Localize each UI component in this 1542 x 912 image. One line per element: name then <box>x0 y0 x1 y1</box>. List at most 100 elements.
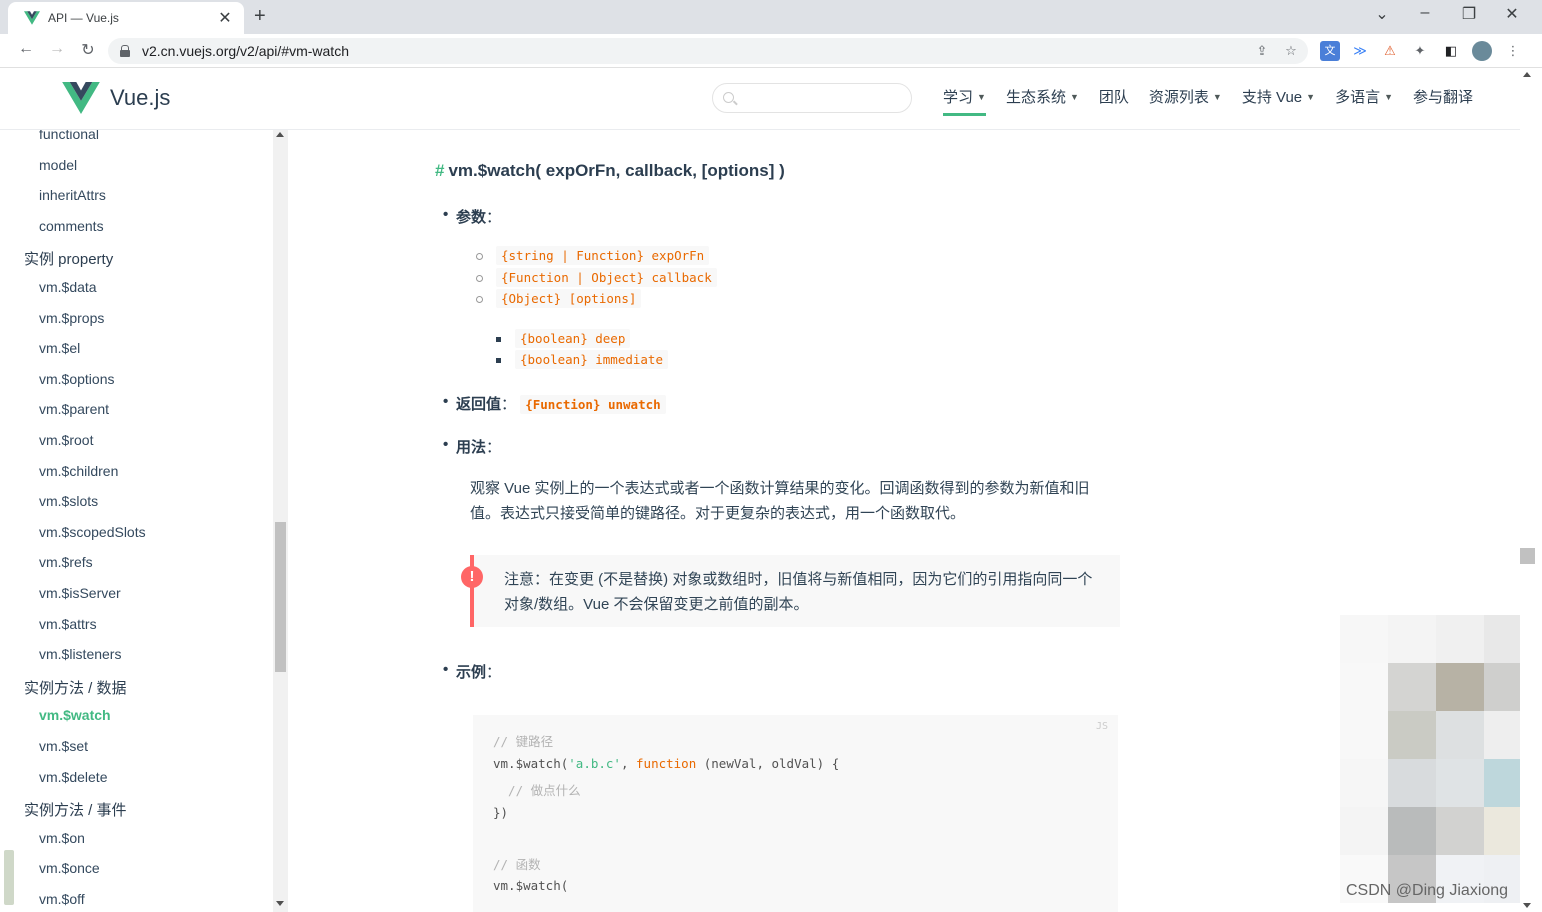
bookmark-star-icon[interactable]: ☆ <box>1281 41 1301 61</box>
restore-icon[interactable]: ❐ <box>1447 4 1491 24</box>
sidebar-link[interactable]: vm.$scopedSlots <box>39 524 146 540</box>
search-input[interactable] <box>712 83 912 113</box>
warning-text: 注意：在变更 (不是替换) 对象或数组时，旧值将与新值相同，因为它们的引用指向同… <box>504 571 1093 613</box>
heading-text: vm.$watch( expOrFn, callback, [options] … <box>448 161 785 180</box>
url-text: v2.cn.vuejs.org/v2/api/#vm-watch <box>142 43 349 59</box>
extension-icon[interactable]: ≫ <box>1350 41 1370 61</box>
nav-item[interactable]: 团队 <box>1099 86 1129 116</box>
returns-label: 返回值： {Function} unwatch <box>443 393 666 414</box>
sidebar-link[interactable]: vm.$data <box>39 279 97 295</box>
nav-item-label: 参与翻译 <box>1413 89 1474 106</box>
scroll-down-icon[interactable] <box>1523 903 1531 908</box>
sidebar-link[interactable]: model <box>39 157 77 173</box>
pixelated-image <box>1340 615 1520 912</box>
nav-item[interactable]: 多语言 ▼ <box>1335 86 1393 116</box>
page-scroll-thumb[interactable] <box>1520 548 1535 564</box>
option-code: {boolean} deep <box>515 329 631 348</box>
scroll-up-icon[interactable] <box>1523 72 1531 77</box>
sidebar-link[interactable]: vm.$options <box>39 371 114 387</box>
nav-item-label: 支持 Vue <box>1241 89 1303 106</box>
page-scrollbar[interactable] <box>1520 68 1535 912</box>
main-content: # vm.$watch( expOrFn, callback, [options]… <box>288 130 1520 912</box>
puzzle-extensions-icon[interactable]: ✦ <box>1410 41 1430 61</box>
sidebar-link[interactable]: vm.$root <box>39 432 93 448</box>
nav-item-label: 团队 <box>1098 89 1129 106</box>
sidebar-section-heading: 实例方法 / 数据 <box>24 679 127 697</box>
caret-down-icon: ▼ <box>1306 92 1316 102</box>
watermark: CSDN @Ding Jiaxiong <box>1346 882 1509 899</box>
nav-item[interactable]: 生态系统 ▼ <box>1006 86 1079 116</box>
lock-icon <box>120 45 130 57</box>
share-icon[interactable]: ⇪ <box>1252 41 1272 61</box>
address-bar[interactable]: v2.cn.vuejs.org/v2/api/#vm-watch <box>108 38 1308 64</box>
code-line: }) <box>493 804 509 820</box>
anchor-link[interactable]: # <box>435 161 444 180</box>
param-code: {string | Function} expOrFn <box>496 246 710 265</box>
browser-toolbar: ← → ↻ v2.cn.vuejs.org/v2/api/#vm-watch ⇪… <box>0 34 1542 68</box>
nav-item-label: 资源列表 <box>1148 89 1209 106</box>
side-handle <box>4 850 14 905</box>
side-panel-icon[interactable]: ◧ <box>1441 41 1461 61</box>
site-logo[interactable]: Vue.js <box>62 82 170 114</box>
translate-extension-icon[interactable]: 文 <box>1320 41 1340 61</box>
sidebar-link[interactable]: comments <box>39 218 104 234</box>
extension-icon[interactable]: ⚠ <box>1380 41 1400 61</box>
profile-avatar[interactable] <box>1472 41 1492 61</box>
sidebar-link[interactable]: vm.$refs <box>39 554 93 570</box>
sidebar-link[interactable]: vm.$delete <box>39 769 107 785</box>
usage-label: 用法： <box>443 436 501 457</box>
nav-item[interactable]: 资源列表 ▼ <box>1149 86 1222 116</box>
tab-search-icon[interactable]: ⌄ <box>1360 4 1404 24</box>
nav-item[interactable]: 参与翻译 <box>1413 86 1473 116</box>
vue-favicon-icon <box>24 11 40 25</box>
sidebar-link[interactable]: vm.$parent <box>39 401 109 417</box>
sidebar-link[interactable]: vm.$isServer <box>39 585 121 601</box>
close-window-icon[interactable]: ✕ <box>1490 4 1534 24</box>
browser-tab-strip: API — Vue.js ✕ + ⌄ – ❐ ✕ <box>0 0 1542 34</box>
sidebar: functional model inheritAttrs comments 实例 pr… <box>0 130 288 912</box>
sidebar-scrollbar[interactable] <box>273 130 288 912</box>
sidebar-link[interactable]: vm.$slots <box>39 493 98 509</box>
back-icon[interactable]: ← <box>15 40 37 58</box>
sidebar-link[interactable]: functional <box>39 130 99 142</box>
sidebar-link[interactable]: vm.$off <box>39 891 85 907</box>
scroll-up-icon[interactable] <box>276 132 284 137</box>
sidebar-link[interactable]: inheritAttrs <box>39 187 106 203</box>
code-lang: JS <box>1095 721 1108 732</box>
code-block: JS // 键路径 vm.$watch('a.b.c', function (n… <box>473 715 1118 912</box>
caret-down-icon: ▼ <box>1384 92 1393 102</box>
scroll-down-icon[interactable] <box>276 901 284 906</box>
minimize-icon[interactable]: – <box>1403 4 1447 22</box>
sidebar-link[interactable]: vm.$on <box>39 830 85 846</box>
nav-item-label: 生态系统 <box>1005 89 1066 106</box>
code-line: // 键路径 <box>493 734 554 749</box>
nav-item-label: 多语言 <box>1335 89 1381 106</box>
reload-icon[interactable]: ↻ <box>77 40 99 60</box>
sidebar-link[interactable]: vm.$listeners <box>39 646 121 662</box>
sidebar-link[interactable]: vm.$children <box>39 463 118 479</box>
forward-icon[interactable]: → <box>46 40 68 58</box>
sidebar-link[interactable]: vm.$props <box>39 310 104 326</box>
sidebar-link[interactable]: vm.$el <box>39 340 80 356</box>
sidebar-link[interactable]: vm.$attrs <box>39 616 97 632</box>
site-header: Vue.js 学习 ▼ 生态系统 ▼ 团队 资源列表 ▼ 支持 Vue ▼ 多语言 ▼ 参与翻译 <box>0 68 1520 130</box>
param-code: {Function | Object} callback <box>496 268 717 287</box>
menu-icon[interactable]: ⋮ <box>1503 41 1523 61</box>
code-line: vm.$watch( <box>493 878 569 893</box>
nav-item[interactable]: 支持 Vue ▼ <box>1242 86 1315 116</box>
tab-close-icon[interactable]: ✕ <box>216 8 234 28</box>
caret-down-icon: ▼ <box>1212 92 1222 102</box>
code-line: // 做点什么 <box>493 783 581 798</box>
nav-item[interactable]: 学习 ▼ <box>943 86 986 116</box>
caret-down-icon: ▼ <box>977 92 986 102</box>
sidebar-link[interactable]: vm.$once <box>39 860 100 876</box>
params-label: 参数： <box>443 206 501 227</box>
new-tab-button[interactable]: + <box>254 5 266 28</box>
browser-tab[interactable]: API — Vue.js ✕ <box>8 2 244 34</box>
api-heading: # vm.$watch( expOrFn, callback, [options]… <box>435 161 785 181</box>
example-label: 示例： <box>443 661 501 682</box>
sidebar-scroll-thumb[interactable] <box>275 522 286 672</box>
sidebar-link[interactable]: vm.$watch <box>39 707 111 723</box>
sidebar-link[interactable]: vm.$set <box>39 738 88 754</box>
